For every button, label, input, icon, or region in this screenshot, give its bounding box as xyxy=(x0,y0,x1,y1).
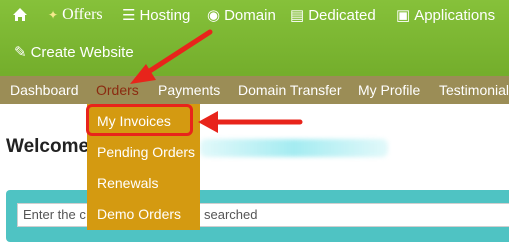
nav-offers[interactable]: ✦ Offers xyxy=(48,6,103,24)
top-navigation-bar: ✦ Offers ☰ Hosting ◉ Domain ▤ Dedicated … xyxy=(0,0,509,78)
tab-dashboard[interactable]: Dashboard xyxy=(10,82,79,98)
search-placeholder-tail: searched xyxy=(204,207,258,222)
nav-dedicated[interactable]: ▤ Dedicated xyxy=(290,6,376,25)
account-navigation-bar: Dashboard Orders Payments Domain Transfe… xyxy=(0,76,509,104)
nav-dedicated-label: Dedicated xyxy=(308,6,376,24)
my-invoices-highlight xyxy=(86,104,193,136)
nav-domain[interactable]: ◉ Domain xyxy=(207,6,276,25)
window-icon: ▣ xyxy=(396,7,411,24)
arrow-to-my-invoices-icon xyxy=(198,111,303,133)
nav-applications[interactable]: ▣ Applications xyxy=(396,6,496,25)
welcome-heading: Welcome xyxy=(6,136,90,157)
home-icon xyxy=(13,8,27,21)
nav-domain-label: Domain xyxy=(224,6,276,24)
nav-home[interactable] xyxy=(12,7,28,22)
hard-drive-icon: ▤ xyxy=(290,7,305,24)
tab-testimonials[interactable]: Testimonials xyxy=(439,82,509,98)
search-placeholder: Enter the c xyxy=(23,207,86,222)
tab-domain-transfer[interactable]: Domain Transfer xyxy=(238,82,341,98)
menu-item-renewals[interactable]: Renewals xyxy=(97,175,158,191)
nav-create-website[interactable]: ✎ Create Website xyxy=(14,43,134,62)
server-icon: ☰ xyxy=(122,7,136,24)
nav-offers-label: Offers xyxy=(62,6,103,23)
tab-my-profile[interactable]: My Profile xyxy=(358,82,420,98)
menu-item-demo-orders[interactable]: Demo Orders xyxy=(97,206,181,222)
nav-create-website-label: Create Website xyxy=(30,43,134,61)
nav-hosting[interactable]: ☰ Hosting xyxy=(122,6,191,25)
redacted-email xyxy=(200,139,388,157)
tab-payments[interactable]: Payments xyxy=(158,82,220,98)
pencil-icon: ✎ xyxy=(14,44,27,61)
tab-orders[interactable]: Orders xyxy=(96,82,139,98)
nav-hosting-label: Hosting xyxy=(139,6,191,24)
globe-icon: ◉ xyxy=(207,7,221,24)
sparkle-icon: ✦ xyxy=(48,8,59,22)
menu-item-pending-orders[interactable]: Pending Orders xyxy=(97,144,195,160)
nav-applications-label: Applications xyxy=(414,6,496,24)
